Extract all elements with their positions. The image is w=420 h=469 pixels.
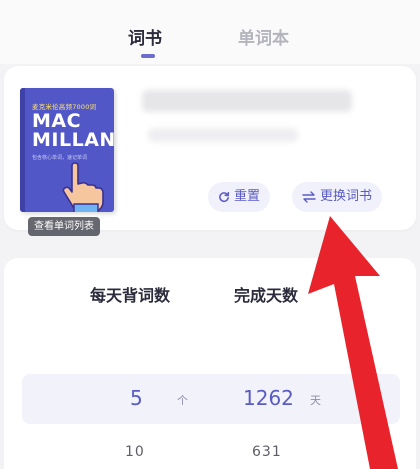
selected-days-value[interactable]: 1262 <box>243 386 294 410</box>
red-arrow-annotation <box>308 216 398 469</box>
words-unit: 个 <box>177 394 188 407</box>
tab-vocabulary-notebook[interactable]: 单词本 <box>238 24 289 49</box>
reset-button[interactable]: 重置 <box>208 182 271 212</box>
book-subtitle-blurred <box>148 128 298 142</box>
book-cover[interactable]: 麦克米伦高频7000词 MAC MILLAN 包含核心单词，速记单词 <box>20 88 114 212</box>
reset-label: 重置 <box>234 189 261 204</box>
view-word-list-button[interactable]: 查看单词列表 <box>28 217 100 236</box>
cover-title: MAC MILLAN <box>32 112 114 150</box>
cover-title-line2: MILLAN <box>32 129 114 151</box>
option-days-value[interactable]: 631 <box>252 444 282 460</box>
active-tab-indicator <box>141 54 155 58</box>
pointing-hand-icon <box>62 162 104 212</box>
swap-icon <box>302 191 316 203</box>
days-to-complete-header: 完成天数 <box>234 286 299 305</box>
selected-words-value[interactable]: 5 <box>130 386 143 410</box>
refresh-icon <box>219 191 230 202</box>
tab-word-book[interactable]: 词书 <box>128 24 162 49</box>
option-words-value[interactable]: 10 <box>125 444 145 460</box>
words-per-day-header: 每天背词数 <box>90 286 171 305</box>
top-tab-bar: 词书 单词本 <box>0 0 420 64</box>
book-title-blurred <box>142 90 352 112</box>
cover-spine <box>20 88 25 212</box>
